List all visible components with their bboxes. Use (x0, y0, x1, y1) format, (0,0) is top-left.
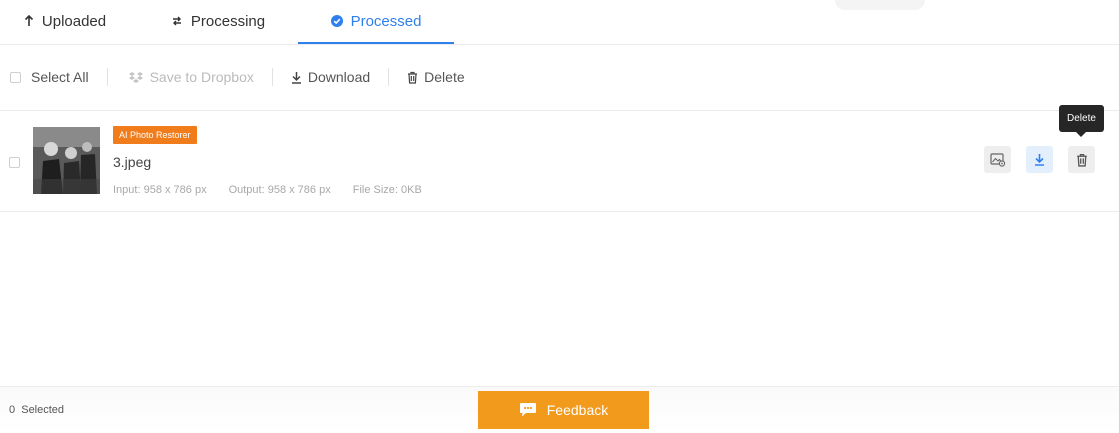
file-checkbox[interactable] (9, 157, 20, 168)
delete-label: Delete (424, 69, 465, 85)
row-delete-button[interactable] (1068, 146, 1095, 173)
check-circle-icon (330, 15, 343, 27)
image-preview-icon (989, 152, 1005, 167)
output-dimensions: Output: 958 x 786 px (228, 184, 331, 196)
toolbar-divider (388, 68, 390, 86)
tab-uploaded[interactable]: Uploaded (10, 0, 120, 42)
selected-count: 0 Selected (9, 404, 65, 416)
select-all-checkbox[interactable] (10, 71, 21, 83)
sync-icon (172, 16, 181, 26)
trash-icon (1076, 153, 1087, 167)
row-download-button[interactable] (1026, 146, 1053, 173)
arrow-up-icon (24, 15, 33, 26)
file-size: File Size: 0KB (352, 184, 422, 196)
feedback-label: Feedback (546, 402, 609, 418)
toolbar-divider (271, 68, 273, 86)
file-meta: Input: 958 x 786 px Output: 958 x 786 px… (113, 184, 422, 196)
delete-tooltip: Delete (1059, 105, 1104, 137)
tab-processing-label: Processing (190, 12, 266, 30)
download-button[interactable]: Download (289, 69, 372, 85)
photo-thumbnail-image (33, 127, 100, 194)
tab-processed-label: Processed (350, 12, 422, 30)
file-name: 3.jpeg (113, 154, 152, 170)
save-to-dropbox-button[interactable]: Save to Dropbox (126, 69, 256, 85)
save-to-dropbox-label: Save to Dropbox (149, 69, 254, 85)
tool-badge: AI Photo Restorer (113, 126, 197, 144)
dropbox-icon (128, 71, 143, 83)
file-thumbnail (33, 127, 100, 194)
tab-processing[interactable]: Processing (158, 0, 278, 42)
feedback-button[interactable]: Feedback (478, 391, 649, 429)
input-dimensions: Input: 958 x 786 px (113, 184, 207, 196)
delete-button[interactable]: Delete (405, 69, 466, 85)
download-icon (291, 71, 301, 84)
select-all-label: Select All (31, 69, 89, 85)
tab-uploaded-label: Uploaded (41, 12, 107, 30)
toolbar-divider (106, 68, 108, 86)
select-all-button[interactable]: Select All (8, 69, 91, 85)
decorative-shape (835, 0, 925, 10)
trash-icon (408, 71, 418, 84)
tab-bar: Uploaded Processing Processed (0, 0, 1119, 45)
toolbar: Select All Save to Dropbox Download Dele… (0, 44, 1119, 111)
download-icon (1035, 154, 1044, 166)
chat-icon (519, 403, 536, 417)
tab-processed[interactable]: Processed (298, 0, 454, 44)
download-label: Download (307, 69, 371, 85)
preview-button[interactable] (984, 146, 1011, 173)
